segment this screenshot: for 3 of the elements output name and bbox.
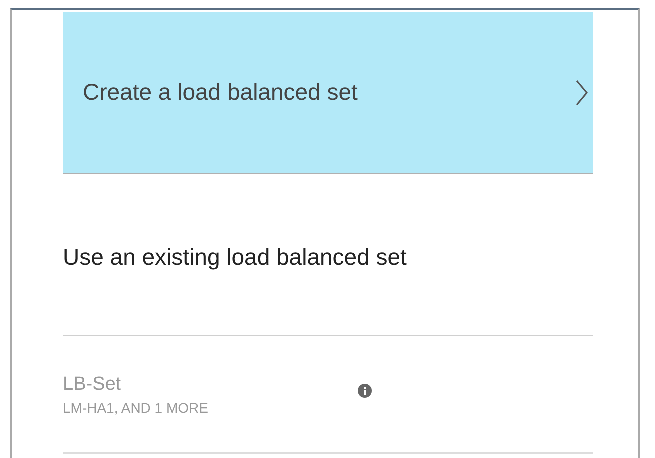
create-option[interactable]: Create a load balanced set bbox=[63, 12, 593, 174]
chevron-right-icon bbox=[575, 78, 589, 106]
section-heading: Use an existing load balanced set bbox=[63, 244, 407, 271]
